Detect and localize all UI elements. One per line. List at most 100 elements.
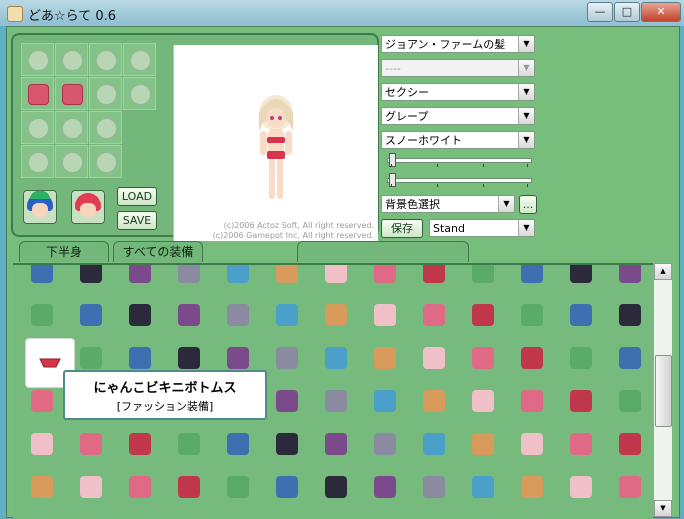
item-slot[interactable]	[223, 429, 253, 461]
item-slot[interactable]	[615, 300, 645, 332]
item-slot[interactable]	[517, 429, 547, 461]
item-slot[interactable]	[566, 472, 596, 504]
slider-2[interactable]	[387, 173, 532, 187]
item-slot[interactable]	[223, 472, 253, 504]
scroll-thumb[interactable]	[655, 355, 672, 427]
item-slot[interactable]	[517, 343, 547, 375]
item-slot[interactable]	[615, 386, 645, 418]
item-slot[interactable]	[27, 265, 57, 289]
item-slot[interactable]	[370, 429, 400, 461]
item-slot[interactable]	[615, 343, 645, 375]
item-slot[interactable]	[321, 343, 351, 375]
item-slot[interactable]	[615, 429, 645, 461]
item-slot[interactable]	[223, 300, 253, 332]
equip-slot-coat[interactable]	[89, 77, 122, 110]
item-slot[interactable]	[272, 472, 302, 504]
style-select[interactable]: セクシー ▼	[381, 83, 535, 101]
item-slot[interactable]	[272, 343, 302, 375]
equip-slot-bottom[interactable]	[55, 77, 88, 110]
equip-slot-boots[interactable]	[89, 111, 122, 144]
equip-slot-earring[interactable]	[89, 43, 122, 76]
item-slot[interactable]	[566, 386, 596, 418]
item-slot[interactable]	[125, 300, 155, 332]
item-slot[interactable]	[419, 265, 449, 289]
item-slot[interactable]	[321, 386, 351, 418]
hair-select[interactable]: ジョアン・ファームの髪 ▼	[381, 35, 535, 53]
close-button[interactable]: ✕	[641, 2, 681, 22]
male-character-button[interactable]	[23, 190, 57, 224]
pose-select[interactable]: Stand ▼	[429, 219, 535, 237]
item-slot[interactable]	[370, 472, 400, 504]
item-slot[interactable]	[272, 429, 302, 461]
item-slot[interactable]	[27, 429, 57, 461]
item-slot[interactable]	[76, 429, 106, 461]
item-slot[interactable]	[27, 472, 57, 504]
item-slot[interactable]	[419, 472, 449, 504]
item-slot[interactable]	[370, 386, 400, 418]
item-slot[interactable]	[370, 300, 400, 332]
slider-1[interactable]	[387, 153, 532, 167]
scroll-down-icon[interactable]: ▼	[654, 500, 672, 517]
tab-lower-body[interactable]: 下半身	[19, 241, 109, 262]
item-slot[interactable]	[321, 265, 351, 289]
hair-sub-select[interactable]: ---- ▼	[381, 59, 535, 77]
item-slot[interactable]	[615, 265, 645, 289]
item-slot[interactable]	[125, 429, 155, 461]
equip-slot-weapon[interactable]	[123, 43, 156, 76]
scroll-up-icon[interactable]: ▲	[654, 263, 672, 280]
equip-slot-leaf[interactable]	[55, 145, 88, 178]
equip-slot-glasses[interactable]	[55, 43, 88, 76]
item-slot[interactable]	[174, 429, 204, 461]
item-slot[interactable]	[566, 300, 596, 332]
item-slot[interactable]	[468, 386, 498, 418]
item-slot[interactable]	[517, 265, 547, 289]
item-slot[interactable]	[174, 472, 204, 504]
equip-slot-cape[interactable]	[21, 111, 54, 144]
item-slot[interactable]	[125, 265, 155, 289]
tab-all-equipment[interactable]: すべての装備	[113, 241, 203, 262]
item-slot[interactable]	[272, 265, 302, 289]
bg-color-select[interactable]: 背景色選択 ▼	[381, 195, 515, 213]
equip-slot-ring[interactable]	[89, 145, 122, 178]
item-slot[interactable]	[321, 472, 351, 504]
tab-blank[interactable]	[297, 241, 469, 262]
item-slot[interactable]	[566, 265, 596, 289]
item-slot[interactable]	[370, 265, 400, 289]
item-grid-scrollbar[interactable]: ▲ ▼	[653, 263, 672, 517]
color1-select[interactable]: グレープ ▼	[381, 107, 535, 125]
item-slot[interactable]	[566, 429, 596, 461]
item-slot[interactable]	[76, 472, 106, 504]
item-slot[interactable]	[223, 265, 253, 289]
item-slot[interactable]	[76, 300, 106, 332]
item-slot[interactable]	[174, 300, 204, 332]
store-button[interactable]: 保存	[381, 219, 423, 238]
item-slot[interactable]	[272, 300, 302, 332]
more-button[interactable]: ...	[519, 195, 537, 214]
item-slot[interactable]	[468, 300, 498, 332]
item-slot[interactable]	[321, 429, 351, 461]
item-slot[interactable]	[615, 472, 645, 504]
item-slot[interactable]	[566, 343, 596, 375]
item-slot[interactable]	[419, 429, 449, 461]
load-button[interactable]: LOAD	[117, 187, 157, 206]
item-slot[interactable]	[174, 265, 204, 289]
item-slot[interactable]	[27, 386, 57, 418]
equip-slot-hat[interactable]	[21, 43, 54, 76]
equip-slot-top[interactable]	[21, 77, 54, 110]
equip-slot-shield[interactable]	[123, 77, 156, 110]
item-slot[interactable]	[321, 300, 351, 332]
item-slot[interactable]	[517, 386, 547, 418]
item-slot[interactable]	[125, 472, 155, 504]
item-slot[interactable]	[468, 265, 498, 289]
save-button[interactable]: SAVE	[117, 211, 157, 230]
item-slot[interactable]	[27, 300, 57, 332]
item-slot[interactable]	[468, 429, 498, 461]
color2-select[interactable]: スノーホワイト ▼	[381, 131, 535, 149]
item-slot[interactable]	[517, 300, 547, 332]
item-slot[interactable]	[370, 343, 400, 375]
equip-slot-shoes[interactable]	[55, 111, 88, 144]
female-character-button[interactable]	[71, 190, 105, 224]
minimize-button[interactable]: —	[587, 2, 613, 22]
item-slot[interactable]	[419, 300, 449, 332]
item-slot[interactable]	[419, 343, 449, 375]
